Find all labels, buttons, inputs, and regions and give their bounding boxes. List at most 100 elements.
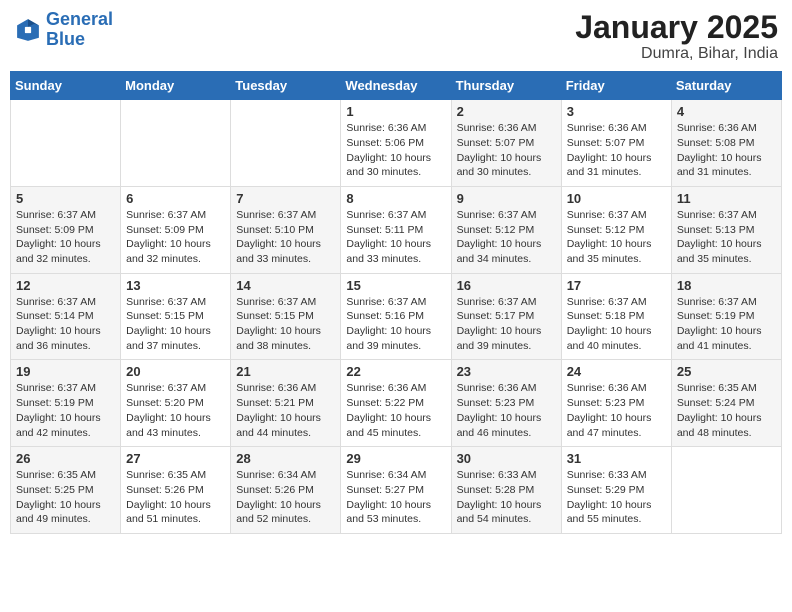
weekday-header-saturday: Saturday (671, 72, 781, 100)
day-number: 24 (567, 364, 666, 379)
day-info: Sunrise: 6:35 AMSunset: 5:25 PMDaylight:… (16, 468, 115, 527)
day-number: 18 (677, 278, 776, 293)
day-number: 30 (457, 451, 556, 466)
logo-blue: Blue (46, 29, 85, 49)
day-info: Sunrise: 6:37 AMSunset: 5:09 PMDaylight:… (16, 208, 115, 267)
weekday-header-thursday: Thursday (451, 72, 561, 100)
day-info: Sunrise: 6:37 AMSunset: 5:15 PMDaylight:… (236, 295, 335, 354)
calendar-cell: 23 Sunrise: 6:36 AMSunset: 5:23 PMDayligh… (451, 360, 561, 447)
day-number: 15 (346, 278, 445, 293)
day-number: 29 (346, 451, 445, 466)
day-info: Sunrise: 6:37 AMSunset: 5:13 PMDaylight:… (677, 208, 776, 267)
calendar-cell: 26 Sunrise: 6:35 AMSunset: 5:25 PMDayligh… (11, 447, 121, 534)
week-row-5: 26 Sunrise: 6:35 AMSunset: 5:25 PMDayligh… (11, 447, 782, 534)
day-number: 20 (126, 364, 225, 379)
page-header: General Blue January 2025 Dumra, Bihar, … (10, 10, 782, 63)
day-info: Sunrise: 6:37 AMSunset: 5:17 PMDaylight:… (457, 295, 556, 354)
day-number: 6 (126, 191, 225, 206)
calendar-cell: 15 Sunrise: 6:37 AMSunset: 5:16 PMDayligh… (341, 273, 451, 360)
day-info: Sunrise: 6:37 AMSunset: 5:20 PMDaylight:… (126, 381, 225, 440)
calendar-cell: 18 Sunrise: 6:37 AMSunset: 5:19 PMDayligh… (671, 273, 781, 360)
day-info: Sunrise: 6:37 AMSunset: 5:15 PMDaylight:… (126, 295, 225, 354)
day-number: 28 (236, 451, 335, 466)
day-number: 26 (16, 451, 115, 466)
day-number: 31 (567, 451, 666, 466)
calendar-cell (671, 447, 781, 534)
calendar-cell: 28 Sunrise: 6:34 AMSunset: 5:26 PMDayligh… (231, 447, 341, 534)
day-info: Sunrise: 6:36 AMSunset: 5:21 PMDaylight:… (236, 381, 335, 440)
day-info: Sunrise: 6:33 AMSunset: 5:29 PMDaylight:… (567, 468, 666, 527)
calendar-cell: 2 Sunrise: 6:36 AMSunset: 5:07 PMDaylight… (451, 100, 561, 187)
day-info: Sunrise: 6:36 AMSunset: 5:22 PMDaylight:… (346, 381, 445, 440)
logo-general: General (46, 9, 113, 29)
day-info: Sunrise: 6:37 AMSunset: 5:10 PMDaylight:… (236, 208, 335, 267)
calendar-cell: 11 Sunrise: 6:37 AMSunset: 5:13 PMDayligh… (671, 186, 781, 273)
day-number: 23 (457, 364, 556, 379)
day-number: 25 (677, 364, 776, 379)
calendar-cell: 13 Sunrise: 6:37 AMSunset: 5:15 PMDayligh… (121, 273, 231, 360)
day-number: 7 (236, 191, 335, 206)
calendar-table: SundayMondayTuesdayWednesdayThursdayFrid… (10, 71, 782, 534)
calendar-cell: 6 Sunrise: 6:37 AMSunset: 5:09 PMDaylight… (121, 186, 231, 273)
calendar-cell: 8 Sunrise: 6:37 AMSunset: 5:11 PMDaylight… (341, 186, 451, 273)
day-info: Sunrise: 6:36 AMSunset: 5:07 PMDaylight:… (567, 121, 666, 180)
calendar-cell: 27Sunrise: 6:35 AMSunset: 5:26 PMDayligh… (121, 447, 231, 534)
day-number: 10 (567, 191, 666, 206)
day-info: Sunrise: 6:36 AMSunset: 5:06 PMDaylight:… (346, 121, 445, 180)
calendar-cell: 5Sunrise: 6:37 AMSunset: 5:09 PMDaylight… (11, 186, 121, 273)
calendar-cell: 3 Sunrise: 6:36 AMSunset: 5:07 PMDaylight… (561, 100, 671, 187)
day-info: Sunrise: 6:34 AMSunset: 5:26 PMDaylight:… (236, 468, 335, 527)
day-info: Sunrise: 6:35 AMSunset: 5:26 PMDaylight:… (126, 468, 225, 527)
day-number: 11 (677, 191, 776, 206)
day-number: 13 (126, 278, 225, 293)
logo: General Blue (14, 10, 113, 50)
calendar-cell: 31 Sunrise: 6:33 AMSunset: 5:29 PMDayligh… (561, 447, 671, 534)
day-info: Sunrise: 6:36 AMSunset: 5:23 PMDaylight:… (457, 381, 556, 440)
day-number: 3 (567, 104, 666, 119)
logo-icon (14, 16, 42, 44)
week-row-1: 1 Sunrise: 6:36 AMSunset: 5:06 PMDaylight… (11, 100, 782, 187)
calendar-cell: 4 Sunrise: 6:36 AMSunset: 5:08 PMDaylight… (671, 100, 781, 187)
calendar-cell (231, 100, 341, 187)
day-info: Sunrise: 6:36 AMSunset: 5:08 PMDaylight:… (677, 121, 776, 180)
day-number: 22 (346, 364, 445, 379)
day-info: Sunrise: 6:37 AMSunset: 5:09 PMDaylight:… (126, 208, 225, 267)
week-row-2: 5Sunrise: 6:37 AMSunset: 5:09 PMDaylight… (11, 186, 782, 273)
day-info: Sunrise: 6:36 AMSunset: 5:07 PMDaylight:… (457, 121, 556, 180)
day-number: 21 (236, 364, 335, 379)
weekday-header-tuesday: Tuesday (231, 72, 341, 100)
week-row-4: 19 Sunrise: 6:37 AMSunset: 5:19 PMDayligh… (11, 360, 782, 447)
calendar-cell: 17Sunrise: 6:37 AMSunset: 5:18 PMDayligh… (561, 273, 671, 360)
day-info: Sunrise: 6:37 AMSunset: 5:14 PMDaylight:… (16, 295, 115, 354)
calendar-cell: 7 Sunrise: 6:37 AMSunset: 5:10 PMDaylight… (231, 186, 341, 273)
weekday-header-wednesday: Wednesday (341, 72, 451, 100)
month-title: January 2025 (575, 10, 778, 45)
day-number: 9 (457, 191, 556, 206)
day-number: 4 (677, 104, 776, 119)
calendar-cell: 22 Sunrise: 6:36 AMSunset: 5:22 PMDayligh… (341, 360, 451, 447)
day-number: 16 (457, 278, 556, 293)
calendar-cell: 10Sunrise: 6:37 AMSunset: 5:12 PMDayligh… (561, 186, 671, 273)
calendar-cell: 12Sunrise: 6:37 AMSunset: 5:14 PMDayligh… (11, 273, 121, 360)
calendar-cell: 16 Sunrise: 6:37 AMSunset: 5:17 PMDayligh… (451, 273, 561, 360)
day-info: Sunrise: 6:37 AMSunset: 5:11 PMDaylight:… (346, 208, 445, 267)
day-number: 19 (16, 364, 115, 379)
weekday-header-row: SundayMondayTuesdayWednesdayThursdayFrid… (11, 72, 782, 100)
day-number: 2 (457, 104, 556, 119)
day-number: 17 (567, 278, 666, 293)
weekday-header-friday: Friday (561, 72, 671, 100)
calendar-cell: 21 Sunrise: 6:36 AMSunset: 5:21 PMDayligh… (231, 360, 341, 447)
location-title: Dumra, Bihar, India (575, 45, 778, 63)
weekday-header-sunday: Sunday (11, 72, 121, 100)
day-info: Sunrise: 6:37 AMSunset: 5:19 PMDaylight:… (16, 381, 115, 440)
calendar-cell: 14 Sunrise: 6:37 AMSunset: 5:15 PMDayligh… (231, 273, 341, 360)
day-info: Sunrise: 6:37 AMSunset: 5:19 PMDaylight:… (677, 295, 776, 354)
calendar-cell: 30 Sunrise: 6:33 AMSunset: 5:28 PMDayligh… (451, 447, 561, 534)
day-number: 1 (346, 104, 445, 119)
calendar-cell: 9Sunrise: 6:37 AMSunset: 5:12 PMDaylight… (451, 186, 561, 273)
week-row-3: 12Sunrise: 6:37 AMSunset: 5:14 PMDayligh… (11, 273, 782, 360)
day-number: 8 (346, 191, 445, 206)
day-info: Sunrise: 6:37 AMSunset: 5:16 PMDaylight:… (346, 295, 445, 354)
day-info: Sunrise: 6:33 AMSunset: 5:28 PMDaylight:… (457, 468, 556, 527)
day-number: 14 (236, 278, 335, 293)
